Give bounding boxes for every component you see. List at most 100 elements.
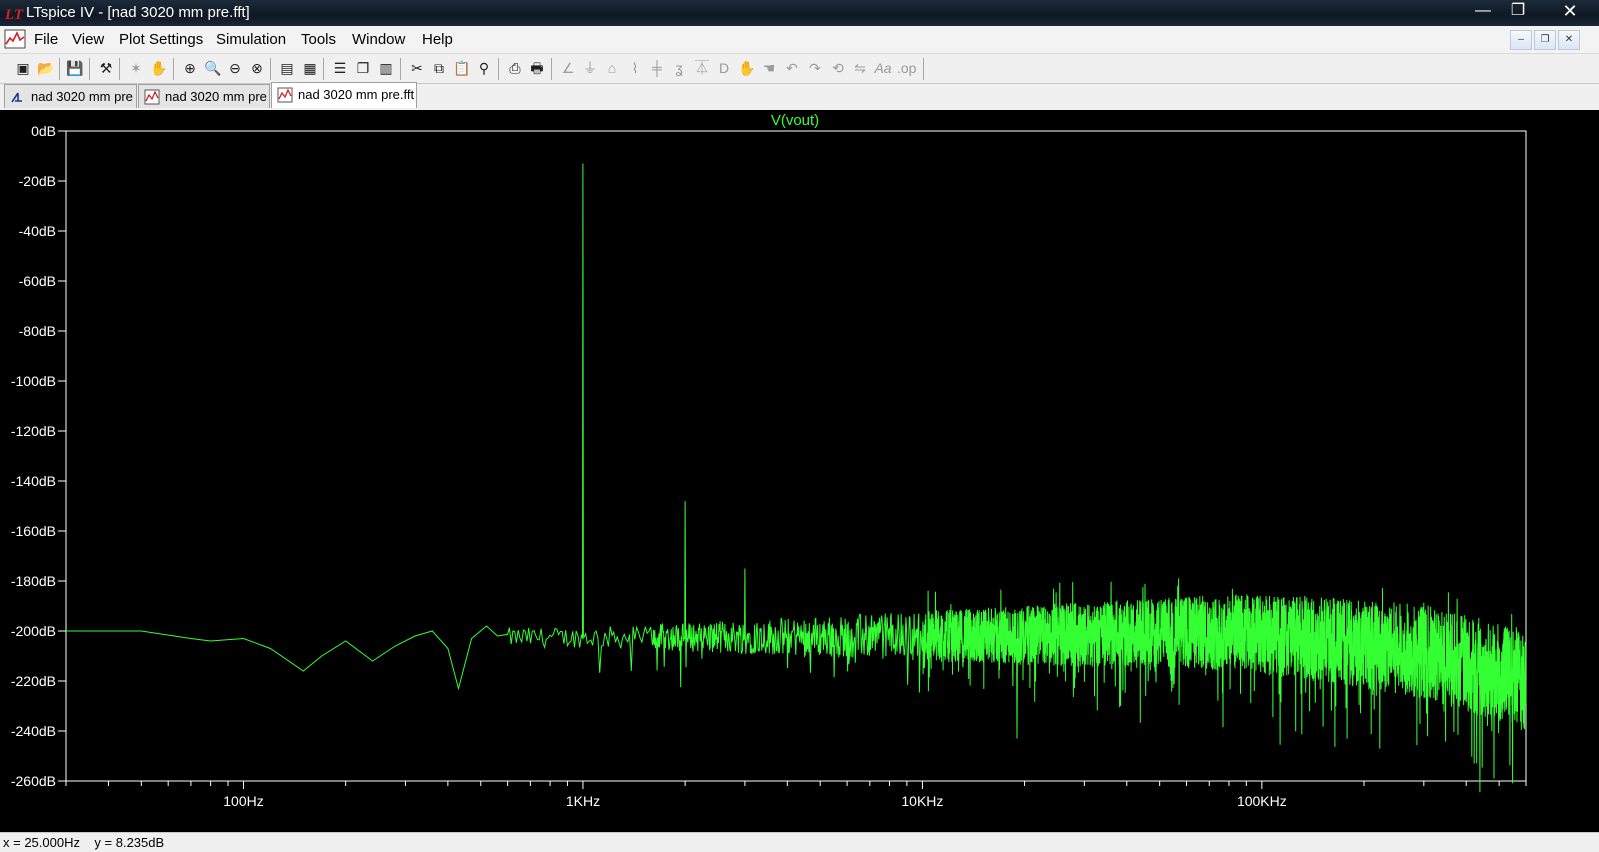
cascade-icon[interactable]: ❐ bbox=[354, 59, 372, 77]
mirror-icon[interactable]: ⇋ bbox=[851, 59, 869, 77]
menu-bar: File View Plot Settings Simulation Tools… bbox=[0, 26, 1599, 54]
label-icon[interactable]: ⌂ bbox=[603, 59, 621, 77]
x-tick-label: 100KHz bbox=[1237, 793, 1287, 809]
toolbar-separator bbox=[89, 58, 90, 80]
print-preview-icon[interactable]: ⎙ bbox=[506, 59, 524, 77]
text-icon[interactable]: Aa bbox=[874, 59, 892, 77]
x-tick-label: 10KHz bbox=[901, 793, 943, 809]
maximize-button[interactable]: ❐ bbox=[1503, 0, 1533, 22]
fft-icon bbox=[277, 87, 293, 103]
tab-fft[interactable]: nad 3020 mm pre.fft bbox=[271, 82, 417, 108]
toolbar-separator bbox=[173, 58, 174, 80]
control-panel-icon[interactable]: ⚒ bbox=[97, 59, 115, 77]
y-tick-label: -60dB bbox=[19, 273, 56, 289]
ltspice-logo-icon: LT bbox=[4, 7, 24, 23]
autorange-icon[interactable]: ▤ bbox=[278, 59, 296, 77]
move-icon[interactable]: ✋ bbox=[738, 59, 756, 77]
ground-icon[interactable]: ⏚ bbox=[581, 59, 599, 77]
toolbar-separator bbox=[551, 58, 552, 80]
new-schematic-icon[interactable]: ▣ bbox=[14, 59, 32, 77]
mdi-close-button[interactable]: ✕ bbox=[1558, 30, 1580, 50]
schematic-icon bbox=[11, 92, 22, 103]
tile-horizontal-icon[interactable]: ☰ bbox=[331, 59, 349, 77]
drag-icon[interactable]: ☚ bbox=[760, 59, 778, 77]
y-tick-label: -220dB bbox=[11, 673, 56, 689]
zoom-area-icon[interactable]: 🔍 bbox=[204, 59, 222, 77]
menu-help[interactable]: Help bbox=[422, 31, 453, 48]
fft-chart[interactable]: V(vout) 0dB -20dB -40dB -60dB -80dB -100dB -12… bbox=[0, 110, 1599, 832]
close-button[interactable]: ✕ bbox=[1550, 0, 1590, 22]
tab-label: nad 3020 mm pre.fft bbox=[298, 87, 415, 102]
mdi-minimize-button[interactable]: – bbox=[1510, 30, 1532, 50]
zoom-in-icon[interactable]: ⊕ bbox=[181, 59, 199, 77]
find-icon[interactable]: ⚲ bbox=[475, 59, 493, 77]
plot-pane[interactable]: V(vout) 0dB -20dB -40dB -60dB -80dB -100dB -12… bbox=[0, 110, 1599, 832]
toolbar-separator bbox=[400, 58, 401, 80]
y-tick-label: -200dB bbox=[11, 623, 56, 639]
zoom-out-icon[interactable]: ⊖ bbox=[226, 59, 244, 77]
menu-tools[interactable]: Tools bbox=[301, 31, 336, 48]
tab-waveform[interactable]: nad 3020 mm pre bbox=[138, 84, 270, 108]
resistor-icon[interactable]: ⌇ bbox=[626, 59, 644, 77]
redo-icon[interactable]: ↷ bbox=[806, 59, 824, 77]
run-icon[interactable]: ✶ bbox=[127, 59, 145, 77]
y-tick-label: -160dB bbox=[11, 523, 56, 539]
y-tick-label: -40dB bbox=[19, 223, 56, 239]
y-tick-label: -20dB bbox=[19, 173, 56, 189]
tab-label: nad 3020 mm pre bbox=[31, 89, 133, 104]
cut-icon[interactable]: ✂ bbox=[408, 59, 426, 77]
y-tick-label: -140dB bbox=[11, 473, 56, 489]
title-bar: LT LTspice IV - [nad 3020 mm pre.fft] — … bbox=[0, 0, 1599, 26]
waveform-icon bbox=[144, 89, 160, 105]
halt-icon[interactable]: ✋ bbox=[150, 59, 168, 77]
open-icon[interactable]: 📂 bbox=[37, 59, 55, 77]
rotate-icon[interactable]: ⟲ bbox=[829, 59, 847, 77]
print-icon[interactable]: 🖶 bbox=[528, 59, 546, 77]
toolbar-separator bbox=[923, 58, 924, 80]
trace-name-label[interactable]: V(vout) bbox=[771, 112, 819, 129]
y-tick-label: -240dB bbox=[11, 723, 56, 739]
y-tick-label: 0dB bbox=[31, 123, 56, 139]
toolbar-separator bbox=[323, 58, 324, 80]
menu-plot-settings[interactable]: Plot Settings bbox=[119, 31, 203, 48]
save-icon[interactable]: 💾 bbox=[66, 59, 84, 77]
diode-icon[interactable]: ⏄ bbox=[693, 59, 711, 77]
toolbar-separator bbox=[498, 58, 499, 80]
svg-text:LT: LT bbox=[4, 7, 24, 23]
toolbar-separator bbox=[270, 58, 271, 80]
status-bar: x = 25.000Hz y = 8.235dB bbox=[0, 832, 1599, 852]
copy-icon[interactable]: ⧉ bbox=[430, 59, 448, 77]
tile-vertical-icon[interactable]: ▥ bbox=[377, 59, 395, 77]
spice-directive-icon[interactable]: .op bbox=[897, 59, 916, 77]
component-icon[interactable]: D bbox=[715, 59, 733, 77]
pick-traces-icon[interactable]: ▦ bbox=[301, 59, 319, 77]
y-tick-label: -180dB bbox=[11, 573, 56, 589]
toolbar-separator bbox=[59, 58, 60, 80]
paste-icon[interactable]: 📋 bbox=[453, 59, 471, 77]
x-tick-label: 1KHz bbox=[566, 793, 600, 809]
menu-simulation[interactable]: Simulation bbox=[216, 31, 286, 48]
plot-frame bbox=[65, 130, 1527, 782]
trace-vout[interactable] bbox=[66, 163, 1527, 793]
y-tick-label: -80dB bbox=[19, 323, 56, 339]
menu-file[interactable]: File bbox=[34, 31, 58, 48]
capacitor-icon[interactable]: ╪ bbox=[648, 59, 666, 77]
minimize-button[interactable]: — bbox=[1468, 0, 1498, 22]
tab-label: nad 3020 mm pre bbox=[165, 89, 267, 104]
tab-schematic[interactable]: nad 3020 mm pre bbox=[4, 84, 137, 108]
undo-icon[interactable]: ↶ bbox=[783, 59, 801, 77]
toolbar-separator bbox=[119, 58, 120, 80]
tab-bar: nad 3020 mm pre nad 3020 mm pre nad 3020… bbox=[0, 82, 1599, 110]
cursor-readout: x = 25.000Hz y = 8.235dB bbox=[3, 835, 165, 850]
x-tick-label: 100Hz bbox=[223, 793, 263, 809]
y-tick-label: -100dB bbox=[11, 373, 56, 389]
inductor-icon[interactable]: ʓ bbox=[670, 59, 688, 77]
mdi-restore-button[interactable]: ❐ bbox=[1534, 30, 1556, 50]
menu-window[interactable]: Window bbox=[352, 31, 405, 48]
waveform-doc-icon[interactable] bbox=[4, 29, 26, 49]
toolbar: ▣ 📂 💾 ⚒ ✶ ✋ ⊕ 🔍 ⊖ ⊗ ▤ ▦ ☰ ❐ ▥ ✂ ⧉ 📋 ⚲ ⎙ … bbox=[0, 54, 1599, 84]
menu-view[interactable]: View bbox=[72, 31, 104, 48]
wire-icon[interactable]: ∠ bbox=[559, 59, 577, 77]
y-tick-label: -120dB bbox=[11, 423, 56, 439]
zoom-fit-icon[interactable]: ⊗ bbox=[248, 59, 266, 77]
